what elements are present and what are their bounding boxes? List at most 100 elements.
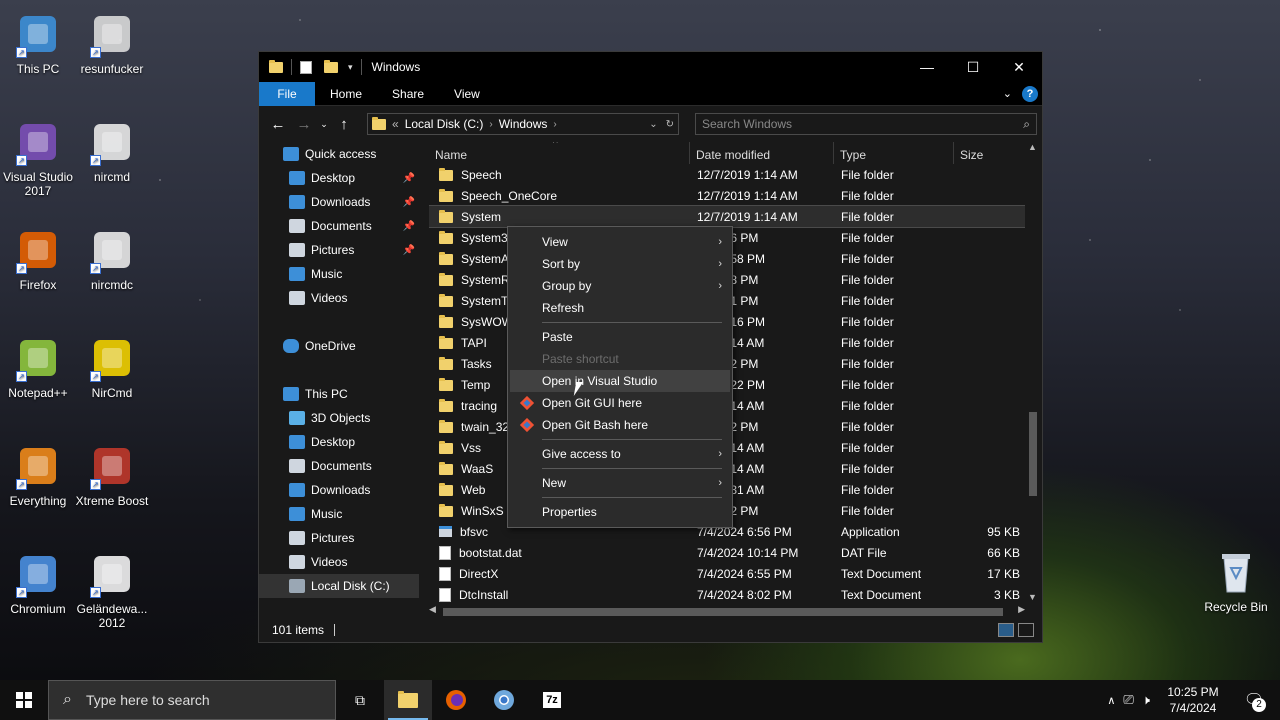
tab-share[interactable]: Share (377, 82, 439, 106)
menu-item[interactable]: Open Git GUI here (510, 392, 730, 414)
tab-home[interactable]: Home (315, 82, 377, 106)
nav-item[interactable]: Documents (259, 454, 419, 478)
menu-item[interactable]: Group by › (510, 275, 730, 297)
desktop-shortcut[interactable]: ↗ Chromium (0, 550, 76, 616)
new-folder-icon[interactable] (324, 59, 338, 73)
nav-item[interactable]: Music (259, 502, 419, 526)
column-date-modified[interactable]: Date modified (690, 142, 834, 164)
nav-item[interactable]: Downloads (259, 478, 419, 502)
scroll-down-icon[interactable]: ▼ (1028, 592, 1037, 602)
chevron-up-icon[interactable]: ∧ (1107, 694, 1115, 707)
nav-item[interactable]: Pictures (259, 526, 419, 550)
scroll-left-icon[interactable]: ◀ (429, 604, 436, 615)
vertical-scrollbar[interactable]: ▲ ▼ (1025, 142, 1041, 602)
large-icons-view-icon[interactable] (1018, 622, 1034, 637)
taskbar-chromium[interactable] (480, 680, 528, 720)
nav-item[interactable]: OneDrive (259, 334, 419, 358)
taskbar-file-explorer[interactable] (384, 680, 432, 720)
back-button[interactable]: ← (267, 116, 289, 133)
nav-item[interactable]: Documents 📌 (259, 214, 419, 238)
column-type[interactable]: Type (834, 142, 954, 164)
chevron-down-icon[interactable]: ⌄ (649, 119, 657, 130)
chevron-right-icon[interactable]: › (553, 119, 556, 130)
desktop-shortcut[interactable]: ↗ resunfucker (74, 10, 150, 76)
menu-item[interactable]: Refresh (510, 297, 730, 319)
minimize-button[interactable]: — (904, 52, 950, 82)
refresh-icon[interactable]: ↻ (666, 119, 674, 130)
taskbar-firefox[interactable] (432, 680, 480, 720)
forward-button[interactable]: → (293, 116, 315, 133)
menu-item[interactable]: Properties (510, 501, 730, 523)
details-view-icon[interactable] (998, 622, 1014, 637)
maximize-button[interactable]: ☐ (950, 52, 996, 82)
column-name[interactable]: Name (429, 142, 690, 164)
clock[interactable]: 10:25 PM 7/4/2024 (1158, 684, 1228, 716)
scroll-right-icon[interactable]: ▶ (1018, 604, 1025, 615)
up-button[interactable]: ↑ (333, 116, 355, 133)
menu-item[interactable]: Sort by › (510, 253, 730, 275)
action-center-button[interactable]: 🗨 2 (1236, 690, 1272, 712)
start-button[interactable] (0, 680, 48, 720)
folder-icon (439, 315, 453, 328)
address-overflow[interactable]: « (392, 117, 399, 131)
nav-item[interactable]: Quick access (259, 142, 419, 166)
address-bar[interactable]: « Local Disk (C:) › Windows › ⌄ ↻ (367, 113, 679, 135)
menu-item[interactable]: View › (510, 231, 730, 253)
search-input[interactable]: Search Windows ⌕ (695, 113, 1037, 135)
close-button[interactable]: ✕ (996, 52, 1042, 82)
recycle-bin[interactable]: Recycle Bin (1198, 548, 1274, 614)
scroll-up-icon[interactable]: ▲ (1028, 142, 1037, 152)
expand-ribbon-icon[interactable]: ⌄ (1003, 87, 1012, 100)
desktop-shortcut[interactable]: ↗ Visual Studio 2017 (0, 118, 76, 198)
file-row[interactable]: bootstat.dat 7/4/2024 10:14 PM DAT File 66 … (429, 542, 1041, 563)
chevron-down-icon[interactable]: ▾ (348, 62, 353, 73)
column-size[interactable]: Size (954, 142, 1026, 164)
file-row[interactable]: DtcInstall 7/4/2024 8:02 PM Text Document 3… (429, 584, 1041, 605)
menu-item[interactable]: Open in Visual Studio (510, 370, 730, 392)
menu-item[interactable]: New › (510, 472, 730, 494)
network-icon[interactable]: ⎚ (1123, 692, 1133, 708)
desktop-shortcut[interactable]: ↗ Xtreme Boost (74, 442, 150, 508)
scrollbar-thumb[interactable] (1029, 412, 1037, 496)
menu-item[interactable]: Paste (510, 326, 730, 348)
breadcrumb-windows[interactable]: Windows (499, 117, 548, 131)
file-row[interactable]: Speech 12/7/2019 1:14 AM File folder (429, 164, 1041, 185)
nav-item[interactable]: Videos (259, 286, 419, 310)
nav-item[interactable]: Videos (259, 550, 419, 574)
desktop-shortcut[interactable]: ↗ nircmdc (74, 226, 150, 292)
recent-locations-icon[interactable]: ⌄ (319, 119, 329, 130)
nav-item[interactable]: Pictures 📌 (259, 238, 419, 262)
file-row[interactable]: Speech_OneCore 12/7/2019 1:14 AM File fold… (429, 185, 1041, 206)
menu-item[interactable]: Open Git Bash here (510, 414, 730, 436)
nav-item[interactable]: Desktop (259, 430, 419, 454)
desktop-shortcut[interactable]: ↗ Everything (0, 442, 76, 508)
nav-item[interactable]: 3D Objects (259, 406, 419, 430)
desktop-shortcut[interactable]: ↗ NirCmd (74, 334, 150, 400)
desktop-shortcut[interactable]: ↗ This PC (0, 10, 76, 76)
task-view-button[interactable]: ⧉ (336, 680, 384, 720)
breadcrumb-local-disk[interactable]: Local Disk (C:) (405, 117, 484, 131)
tab-file[interactable]: File (259, 81, 315, 106)
nav-item[interactable]: Music (259, 262, 419, 286)
tab-view[interactable]: View (439, 82, 495, 106)
taskbar-7zip[interactable]: 7z (528, 680, 576, 720)
desktop-shortcut[interactable]: ↗ Geländewa... 2012 (74, 550, 150, 630)
volume-muted-icon[interactable]: 🕨 (1142, 692, 1150, 708)
file-row[interactable]: System 12/7/2019 1:14 AM File folder (429, 205, 1041, 228)
nav-item[interactable]: Downloads 📌 (259, 190, 419, 214)
desktop-shortcut[interactable]: ↗ Firefox (0, 226, 76, 292)
desktop-shortcut[interactable]: ↗ nircmd (74, 118, 150, 184)
menu-item[interactable]: Give access to › (510, 443, 730, 465)
nav-item[interactable]: Local Disk (C:) (259, 574, 419, 598)
taskbar-search-input[interactable]: ⌕ Type here to search (48, 680, 336, 720)
file-row[interactable]: DirectX 7/4/2024 6:55 PM Text Document 17 K… (429, 563, 1041, 584)
desktop-shortcut[interactable]: ↗ Notepad++ (0, 334, 76, 400)
scrollbar-thumb[interactable] (443, 608, 1003, 616)
chevron-right-icon[interactable]: › (489, 119, 492, 130)
nav-item[interactable]: Desktop 📌 (259, 166, 419, 190)
properties-icon[interactable] (300, 60, 312, 74)
title-bar[interactable]: ▾ Windows — ☐ ✕ (259, 52, 1042, 82)
nav-item[interactable]: This PC (259, 382, 419, 406)
horizontal-scrollbar[interactable]: ◀ ▶ (429, 604, 1025, 618)
help-icon[interactable]: ? (1022, 85, 1038, 102)
